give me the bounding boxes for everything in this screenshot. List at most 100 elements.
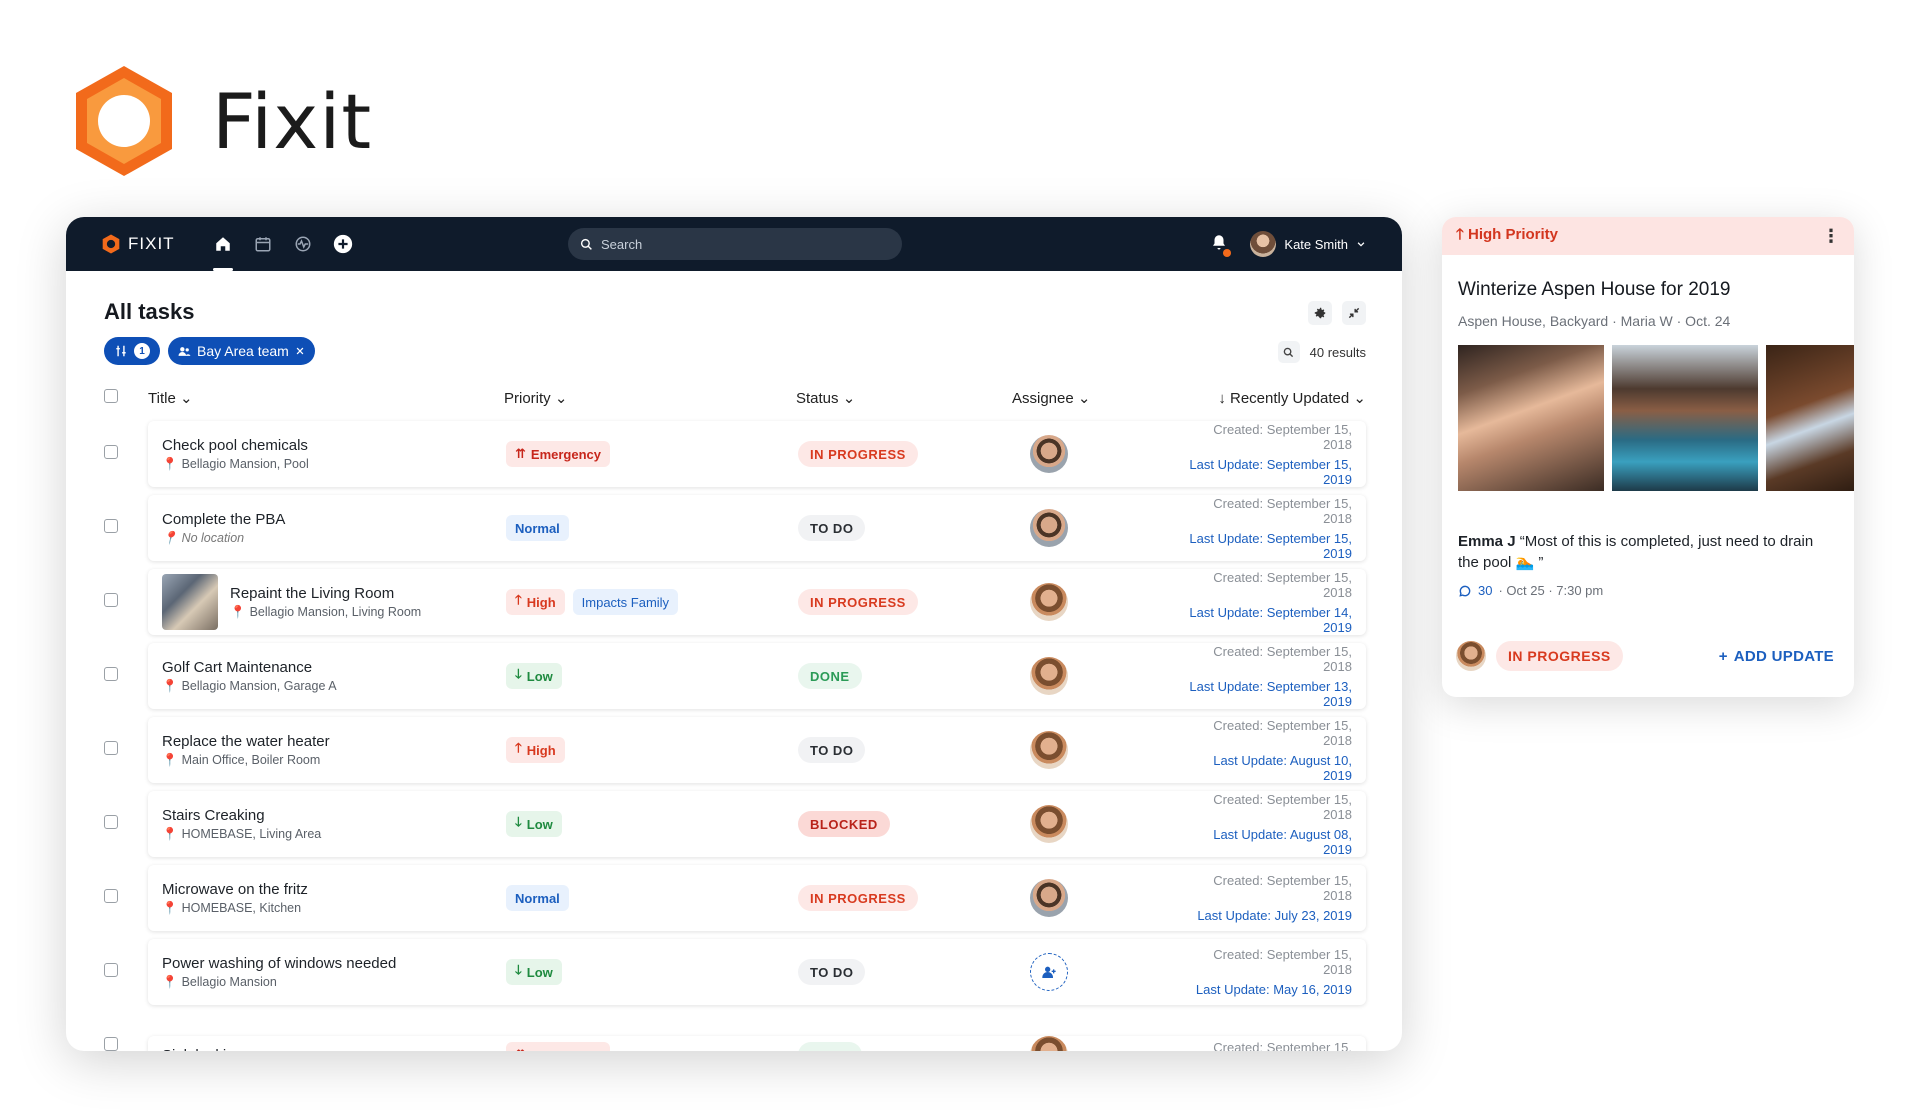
table-row[interactable]: Stairs Creaking 📍 HOMEBASE, Living Area 🡓… (104, 787, 1366, 861)
add-update-button[interactable]: + ADD UPDATE (1719, 648, 1834, 665)
priority-badge[interactable]: 🡓 Low (506, 959, 562, 985)
priority-badge[interactable]: Normal (506, 885, 569, 911)
assignee-avatar[interactable] (1030, 1036, 1068, 1051)
assignee-avatar[interactable] (1030, 583, 1068, 621)
task-title[interactable]: Power washing of windows needed (162, 955, 396, 972)
status-badge[interactable]: TO DO (798, 515, 866, 541)
last-update-date[interactable]: Last Update: July 23, 2019 (1182, 908, 1352, 923)
gallery-photo[interactable] (1458, 345, 1604, 491)
last-update-date[interactable]: Last Update: September 13, 2019 (1182, 679, 1352, 709)
nav-add[interactable] (323, 217, 363, 271)
priority-badge[interactable]: 🡓 Low (506, 663, 562, 689)
settings-button[interactable] (1308, 301, 1332, 325)
team-filter-chip[interactable]: Bay Area team (168, 337, 315, 365)
priority-badge[interactable]: ⇈Emergency (506, 1042, 610, 1051)
nav-home[interactable] (203, 217, 243, 271)
nav-calendar[interactable] (243, 217, 283, 271)
table-row[interactable]: Golf Cart Maintenance 📍 Bellagio Mansion,… (104, 639, 1366, 713)
notifications-button[interactable] (1210, 233, 1232, 257)
last-update-date[interactable]: Last Update: May 16, 2019 (1182, 982, 1352, 997)
task-card[interactable]: Check pool chemicals 📍 Bellagio Mansion, … (148, 421, 1366, 487)
task-title[interactable]: Check pool chemicals (162, 437, 309, 454)
results-search-button[interactable] (1277, 341, 1300, 363)
assignee-avatar[interactable] (1030, 879, 1068, 917)
task-card[interactable]: Repaint the Living Room 📍 Bellagio Mansio… (148, 569, 1366, 635)
priority-badge[interactable]: 🡑 High (506, 589, 565, 615)
more-vertical-icon[interactable]: ⋮ (1822, 226, 1840, 247)
table-row[interactable]: Complete the PBA 📍 No location Normal TO … (104, 491, 1366, 565)
task-title[interactable]: Complete the PBA (162, 511, 285, 528)
table-row[interactable]: Replace the water heater 📍 Main Office, B… (104, 713, 1366, 787)
table-row[interactable]: Sink leaking ⇈Emergency DONE Created: Se… (104, 1009, 1366, 1051)
search-bar[interactable] (568, 228, 902, 260)
collapse-button[interactable] (1342, 301, 1366, 325)
assignee-avatar[interactable] (1030, 657, 1068, 695)
unassigned-avatar[interactable] (1030, 953, 1068, 991)
task-card[interactable]: Power washing of windows needed 📍 Bellagi… (148, 939, 1366, 1005)
row-checkbox[interactable] (104, 740, 148, 760)
user-menu[interactable]: Kate Smith (1250, 231, 1366, 257)
search-input[interactable] (601, 236, 881, 252)
task-title[interactable]: Microwave on the fritz (162, 881, 308, 898)
status-badge[interactable]: IN PROGRESS (798, 885, 918, 911)
tag-badge[interactable]: Impacts Family (572, 589, 679, 615)
task-card[interactable]: Stairs Creaking 📍 HOMEBASE, Living Area 🡓… (148, 791, 1366, 857)
status-badge[interactable]: TO DO (798, 737, 866, 763)
status-badge[interactable]: IN PROGRESS (798, 589, 918, 615)
row-checkbox[interactable] (104, 962, 148, 982)
task-title[interactable]: Golf Cart Maintenance (162, 659, 337, 676)
nav-activity[interactable] (283, 217, 323, 271)
column-assignee[interactable]: Assignee ⌄ (1012, 389, 1182, 407)
table-row[interactable]: Repaint the Living Room 📍 Bellagio Mansio… (104, 565, 1366, 639)
status-badge[interactable]: TO DO (798, 959, 866, 985)
gallery-photo[interactable] (1612, 345, 1758, 491)
assignee-avatar[interactable] (1030, 435, 1068, 473)
close-icon[interactable] (295, 346, 305, 356)
task-card[interactable]: Microwave on the fritz 📍 HOMEBASE, Kitche… (148, 865, 1366, 931)
last-update-date[interactable]: Last Update: September 14, 2019 (1182, 605, 1352, 635)
row-checkbox[interactable] (104, 592, 148, 612)
task-title[interactable]: Sink leaking (162, 1047, 243, 1052)
status-badge[interactable]: BLOCKED (798, 811, 890, 837)
task-card[interactable]: Replace the water heater 📍 Main Office, B… (148, 717, 1366, 783)
task-card[interactable]: Complete the PBA 📍 No location Normal TO … (148, 495, 1366, 561)
assignee-avatar[interactable] (1030, 805, 1068, 843)
row-checkbox[interactable] (104, 888, 148, 908)
task-card[interactable]: Golf Cart Maintenance 📍 Bellagio Mansion,… (148, 643, 1366, 709)
last-update-date[interactable]: Last Update: August 08, 2019 (1182, 827, 1352, 857)
status-badge[interactable]: DONE (798, 1042, 862, 1051)
table-row[interactable]: Microwave on the fritz 📍 HOMEBASE, Kitche… (104, 861, 1366, 935)
task-thumbnail[interactable] (162, 574, 218, 630)
comment-bubble-icon[interactable] (1458, 584, 1472, 598)
table-row[interactable]: Power washing of windows needed 📍 Bellagi… (104, 935, 1366, 1009)
row-checkbox[interactable] (104, 518, 148, 538)
row-checkbox[interactable] (104, 666, 148, 686)
row-checkbox[interactable] (104, 814, 148, 834)
priority-badge[interactable]: 🡑 High (506, 737, 565, 763)
detail-status-badge[interactable]: IN PROGRESS (1496, 641, 1623, 671)
select-all-checkbox[interactable] (104, 389, 148, 407)
assignee-avatar[interactable] (1030, 509, 1068, 547)
task-title[interactable]: Repaint the Living Room (230, 585, 421, 602)
task-card[interactable]: Sink leaking ⇈Emergency DONE Created: Se… (148, 1036, 1366, 1051)
last-update-date[interactable]: Last Update: September 15, 2019 (1182, 457, 1352, 487)
priority-badge[interactable]: ⇈Emergency (506, 441, 610, 467)
status-badge[interactable]: IN PROGRESS (798, 441, 918, 467)
gallery-photo[interactable] (1766, 345, 1854, 491)
filter-button[interactable]: 1 (104, 337, 160, 365)
column-status[interactable]: Status ⌄ (796, 389, 1012, 407)
row-checkbox[interactable] (104, 444, 148, 464)
task-title[interactable]: Stairs Creaking (162, 807, 321, 824)
last-update-date[interactable]: Last Update: September 15, 2019 (1182, 531, 1352, 561)
priority-badge[interactable]: 🡓 Low (506, 811, 562, 837)
row-checkbox[interactable] (104, 1036, 148, 1052)
status-badge[interactable]: DONE (798, 663, 862, 689)
task-title[interactable]: Replace the water heater (162, 733, 330, 750)
priority-badge[interactable]: Normal (506, 515, 569, 541)
column-priority[interactable]: Priority ⌄ (504, 389, 796, 407)
nav-logo[interactable]: FIXIT (102, 234, 175, 254)
sort-dropdown[interactable]: ↓ Recently Updated ⌄ (1182, 389, 1366, 407)
table-row[interactable]: Check pool chemicals 📍 Bellagio Mansion, … (104, 417, 1366, 491)
last-update-date[interactable]: Last Update: August 10, 2019 (1182, 753, 1352, 783)
assignee-avatar[interactable] (1030, 731, 1068, 769)
